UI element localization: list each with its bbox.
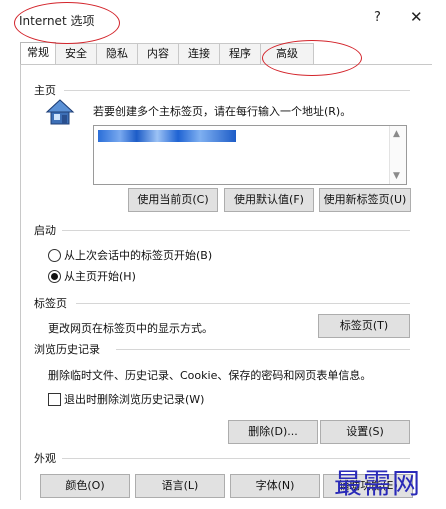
history-settings-button[interactable]: 设置(S) (320, 420, 410, 444)
radio-last-session[interactable] (48, 249, 61, 262)
tab-pane-left-border (20, 64, 21, 500)
tab-connections[interactable]: 连接 (178, 43, 220, 64)
radio-home-page[interactable] (48, 270, 61, 283)
startup-section-title: 启动 (34, 224, 56, 237)
delete-history-button[interactable]: 删除(D)... (228, 420, 318, 444)
appearance-section-title: 外观 (34, 452, 56, 465)
delete-history-on-exit-checkbox[interactable] (48, 393, 61, 406)
watermark-text: 最需网 (334, 467, 422, 500)
appearance-section-rule (62, 458, 410, 459)
tab-security[interactable]: 安全 (55, 43, 97, 64)
history-description: 删除临时文件、历史记录、Cookie、保存的密码和网页表单信息。 (48, 369, 372, 382)
tab-general[interactable]: 常规 (20, 42, 56, 65)
radio-last-session-label[interactable]: 从上次会话中的标签页开始(B) (64, 247, 212, 263)
history-section-rule (116, 349, 410, 350)
fonts-button[interactable]: 字体(N) (230, 474, 320, 498)
homepage-address-textarea[interactable]: ▲ ▼ (93, 125, 407, 185)
tab-programs[interactable]: 程序 (219, 43, 261, 64)
help-button[interactable]: ? (374, 10, 381, 25)
homepage-description: 若要创建多个主标签页，请在每行输入一个地址(R)。 (93, 105, 352, 118)
tabs-section-rule (76, 303, 410, 304)
use-current-page-button[interactable]: 使用当前页(C) (128, 188, 218, 212)
use-new-tab-button[interactable]: 使用新标签页(U) (319, 188, 411, 212)
use-default-button[interactable]: 使用默认值(F) (224, 188, 314, 212)
textarea-scrollbar[interactable]: ▲ ▼ (389, 126, 406, 184)
languages-button[interactable]: 语言(L) (135, 474, 225, 498)
radio-home-page-label[interactable]: 从主页开始(H) (64, 268, 136, 284)
colors-button[interactable]: 颜色(O) (40, 474, 130, 498)
startup-section-rule (62, 230, 410, 231)
tabs-section-description: 更改网页在标签页中的显示方式。 (48, 322, 213, 335)
scroll-down-icon[interactable]: ▼ (393, 171, 400, 181)
homepage-address-selected (98, 130, 236, 142)
tab-privacy[interactable]: 隐私 (96, 43, 138, 64)
scroll-up-icon[interactable]: ▲ (393, 129, 400, 139)
homepage-section-rule (64, 90, 410, 91)
close-button[interactable]: ✕ (410, 8, 423, 26)
house-icon (45, 99, 75, 125)
tabs-section-title: 标签页 (34, 297, 67, 310)
history-section-title: 浏览历史记录 (34, 343, 100, 356)
tab-content[interactable]: 内容 (137, 43, 179, 64)
homepage-section-title: 主页 (34, 84, 56, 97)
annotation-oval-advanced-tab (262, 40, 362, 76)
delete-history-on-exit-label[interactable]: 退出时删除浏览历史记录(W) (64, 391, 204, 407)
tab-pane-border (20, 64, 432, 65)
annotation-oval-title (14, 2, 120, 44)
tabs-button[interactable]: 标签页(T) (318, 314, 410, 338)
